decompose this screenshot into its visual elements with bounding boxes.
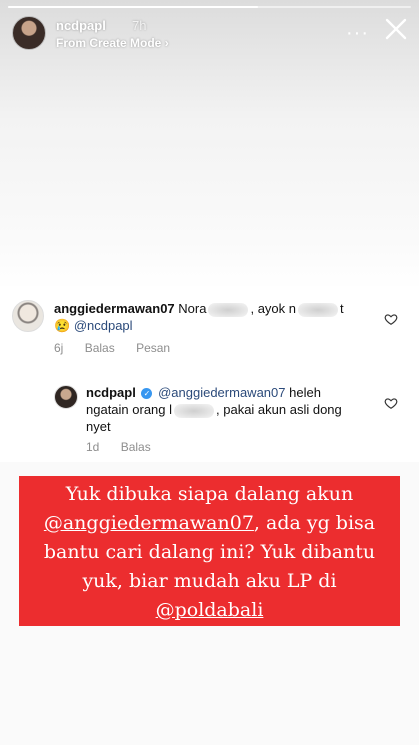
caption-mention[interactable]: @poldabali	[156, 599, 264, 621]
story-progress-bar	[8, 6, 411, 8]
reply-body: ncdpapl ✓ @anggiedermawan07 heleh ngatai…	[86, 384, 376, 435]
comment-text: nyet	[86, 419, 111, 434]
caption-line: bantu cari dalang ini? Yuk dibantu	[43, 541, 376, 563]
caption-line: yuk, biar mudah aku LP di	[82, 570, 337, 592]
comment-text: heleh	[289, 385, 321, 400]
comment-mention[interactable]: @anggiedermawan07	[158, 385, 285, 400]
caption-box: Yuk dibuka siapa dalang akun @anggiederm…	[19, 476, 400, 626]
comment-body: anggiedermawan07 Nora , ayok n t 😢 @ncdpap…	[54, 300, 374, 334]
comment-mention[interactable]: @ncdpapl	[74, 318, 133, 333]
story-username[interactable]: ncdpapl	[56, 18, 106, 33]
story-progress-fill	[8, 6, 258, 8]
caption-text: , ada yg bisa	[253, 512, 376, 534]
crying-emoji-icon: 😢	[54, 318, 71, 333]
more-options-icon[interactable]: ···	[346, 22, 369, 45]
comment-text: t	[340, 301, 344, 316]
create-mode-label: From Create Mode	[56, 36, 162, 50]
heart-icon[interactable]	[384, 312, 398, 326]
comment-age: 1d	[86, 440, 100, 454]
comment-screenshot: anggiedermawan07 Nora , ayok n t 😢 @ncdpap…	[0, 286, 419, 462]
close-icon[interactable]	[383, 16, 409, 42]
comment-text: Nora	[178, 301, 207, 316]
avatar[interactable]	[54, 385, 78, 409]
verified-badge-icon: ✓	[141, 388, 153, 400]
story-time: 7h	[132, 18, 147, 33]
avatar[interactable]	[12, 16, 46, 50]
caption-line: Yuk dibuka siapa dalang akun	[65, 483, 354, 505]
comment-username[interactable]: ncdpapl	[86, 385, 136, 400]
create-mode-link[interactable]: From Create Mode ›	[56, 36, 169, 50]
comment-username[interactable]: anggiedermawan07	[54, 301, 175, 316]
blurred-text	[174, 403, 215, 418]
comment-age: 6j	[54, 341, 64, 355]
blurred-text	[298, 302, 338, 317]
comment-meta: 1d Balas	[86, 440, 169, 454]
story-header: ncdpapl 7h From Create Mode › ···	[12, 16, 409, 56]
heart-icon[interactable]	[384, 396, 398, 410]
reply-button[interactable]: Balas	[85, 341, 115, 355]
chevron-right-icon: ›	[164, 36, 169, 50]
comment-meta: 6j Balas Pesan	[54, 341, 188, 355]
blurred-text	[208, 302, 249, 317]
avatar[interactable]	[12, 300, 44, 332]
message-button[interactable]: Pesan	[136, 341, 170, 355]
caption-line: @anggiedermawan07, ada yg bisa	[19, 509, 400, 538]
comment-text: , ayok n	[250, 301, 296, 316]
caption-mention[interactable]: @anggiedermawan07	[44, 512, 254, 534]
comment-text: ngatain orang l	[86, 402, 173, 417]
caption-line: @poldabali	[19, 596, 400, 625]
comment-text: , pakai akun asli dong	[216, 402, 342, 417]
reply-button[interactable]: Balas	[121, 440, 151, 454]
